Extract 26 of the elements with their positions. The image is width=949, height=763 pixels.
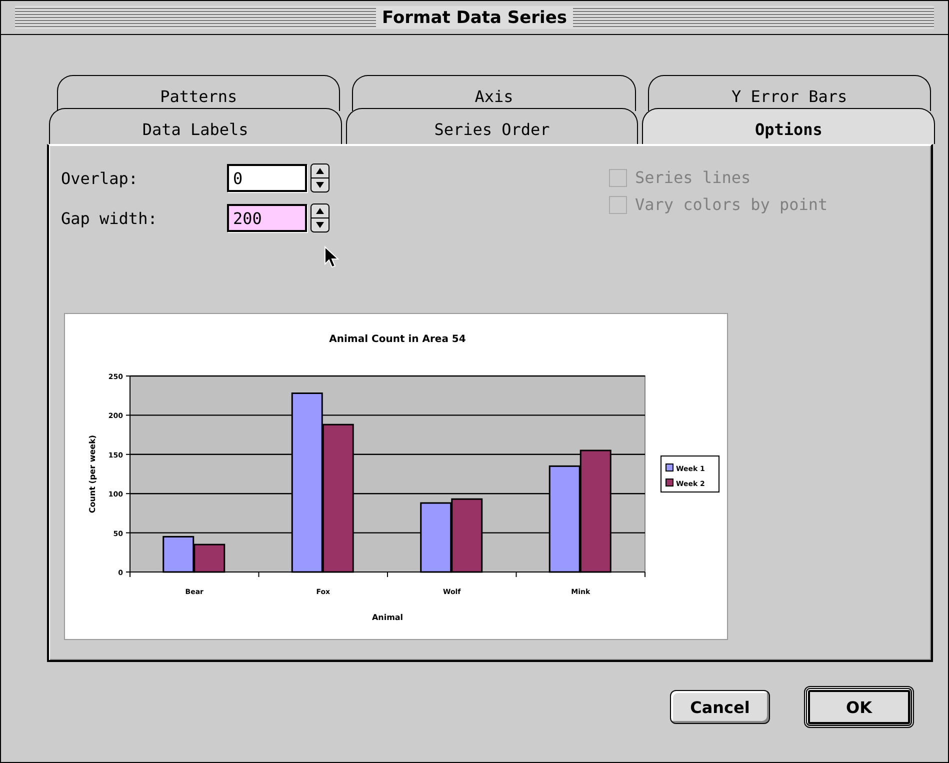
tab[interactable]: Data Labels (49, 108, 342, 144)
legend-swatch (666, 464, 674, 472)
stepper-icon[interactable] (310, 163, 330, 193)
pointer-icon (324, 246, 340, 270)
checkbox-label: Series lines (635, 168, 751, 187)
x-axis-title: Animal (372, 613, 404, 622)
bar (194, 544, 226, 573)
tab[interactable]: Axis (352, 75, 636, 111)
tab[interactable]: Patterns (57, 75, 340, 111)
stepper-icon[interactable] (310, 203, 330, 233)
input-field[interactable]: 200 (227, 204, 307, 232)
field-label: Overlap: (61, 168, 140, 188)
input-field[interactable]: 0 (227, 164, 307, 192)
window-title: Format Data Series (376, 8, 573, 28)
legend-swatch (666, 478, 674, 486)
y-axis-title: Count (per week) (88, 434, 97, 514)
bar (162, 536, 194, 573)
cancel-button[interactable]: Cancel (670, 690, 770, 724)
field-label: Gap width: (61, 208, 158, 228)
tab[interactable]: Series Order (346, 108, 638, 144)
legend-box (660, 456, 720, 492)
tab[interactable]: Y Error Bars (648, 75, 931, 111)
ok-button[interactable]: OK (804, 686, 914, 728)
checkbox-label: Vary colors by point (635, 195, 828, 214)
chart-title: Animal Count in Area 54 (329, 334, 466, 345)
tab[interactable]: Options (642, 108, 936, 144)
